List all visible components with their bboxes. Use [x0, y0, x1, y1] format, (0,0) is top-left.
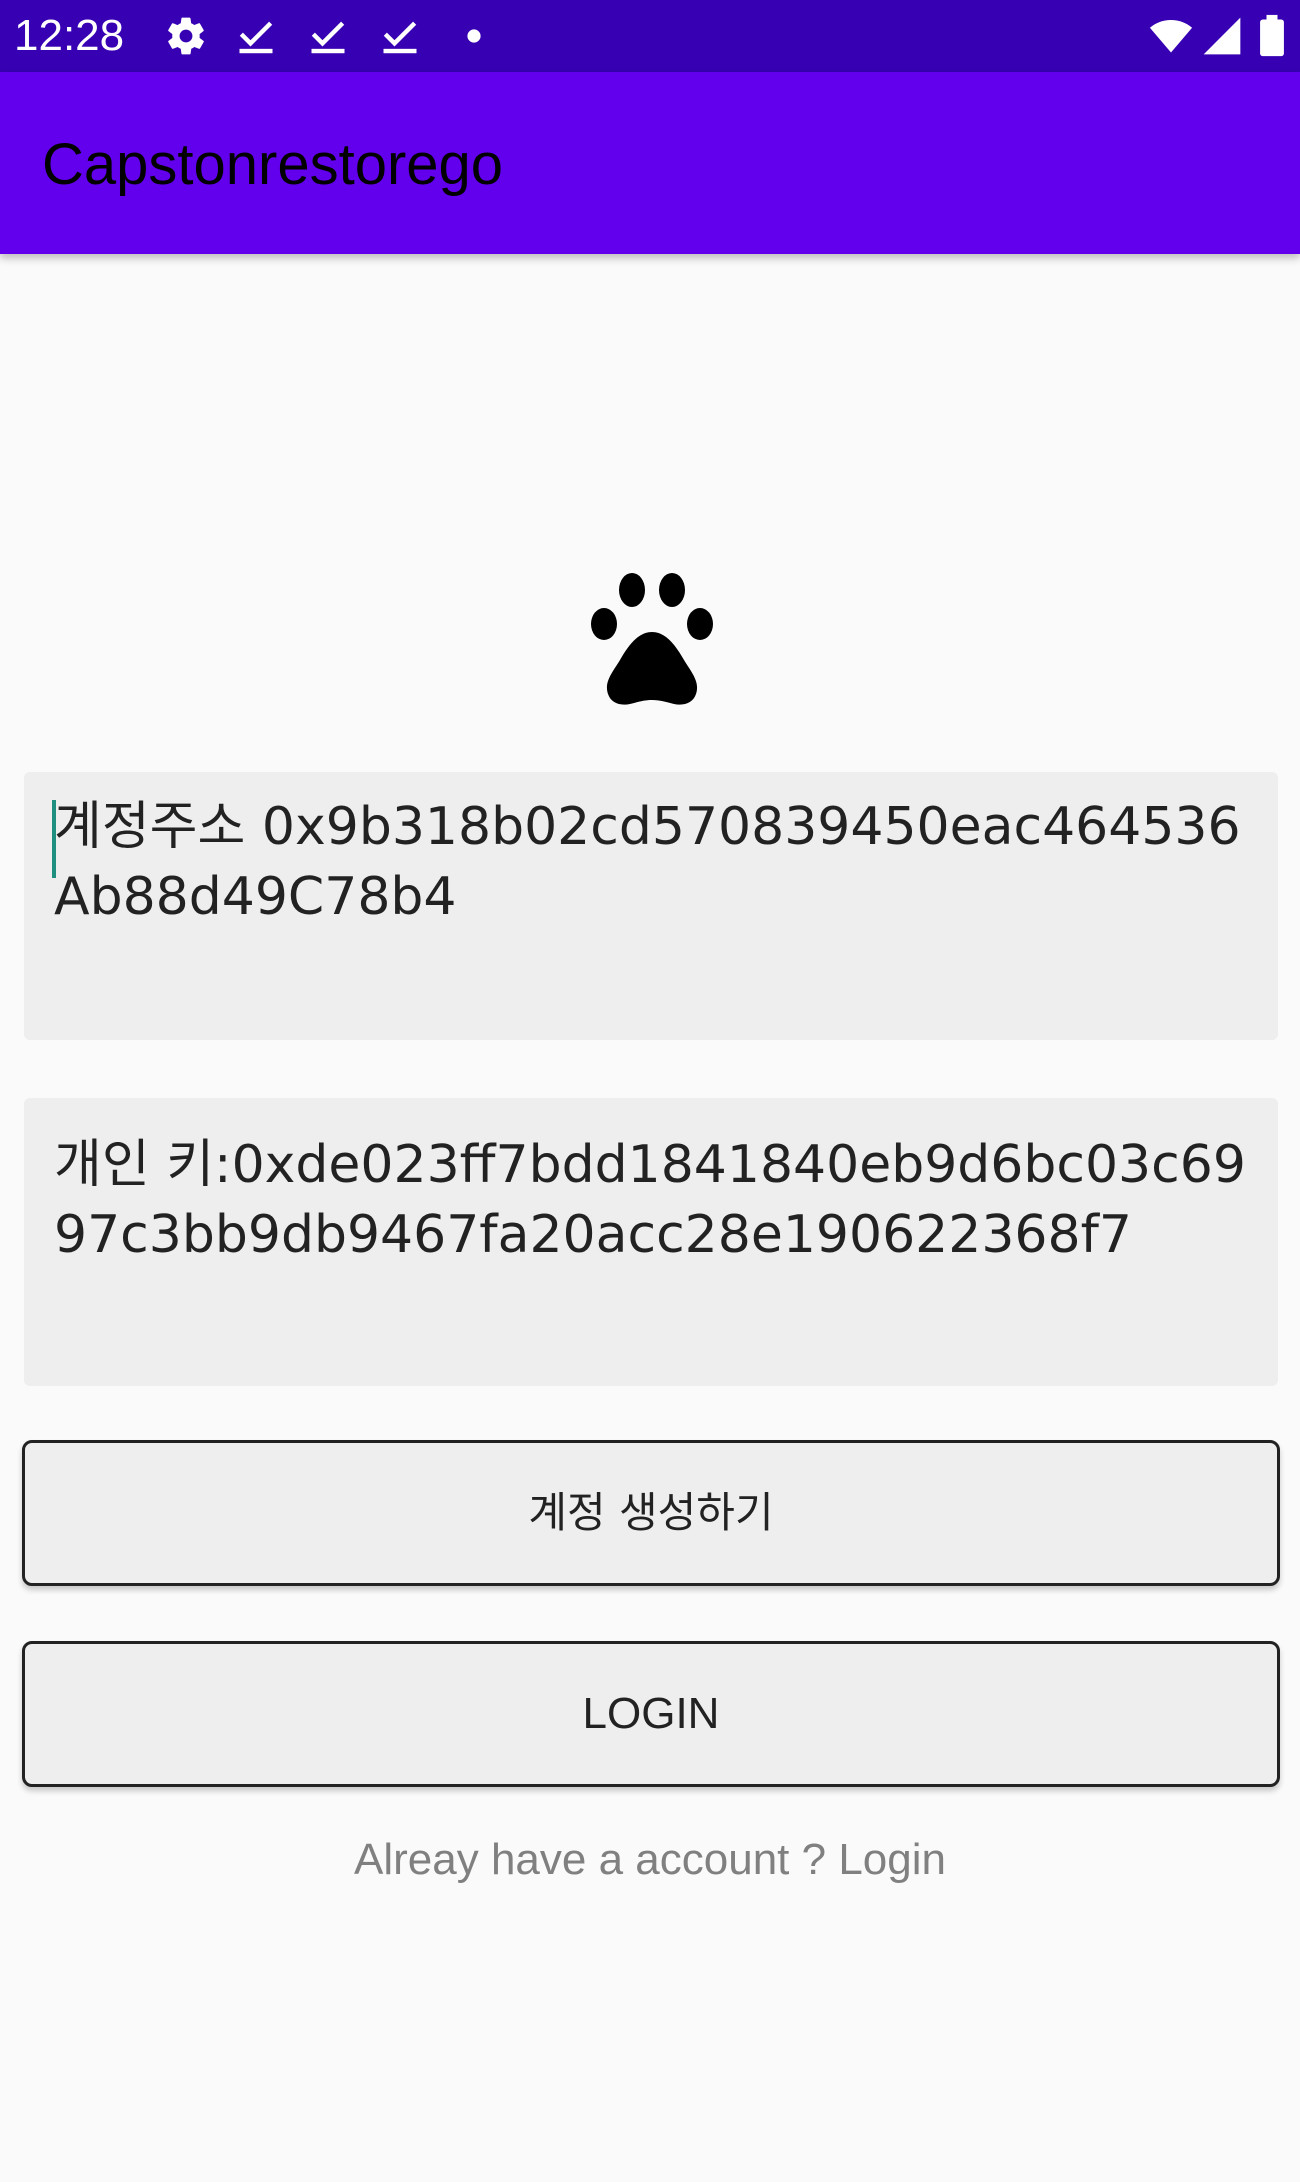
check-icon: [311, 21, 345, 54]
wifi-icon: [1149, 20, 1193, 53]
check-icon: [383, 21, 417, 54]
create-account-button[interactable]: 계정 생성하기: [22, 1440, 1280, 1586]
signal-icon: [1203, 17, 1241, 55]
gear-icon: [168, 17, 204, 55]
check-icon: [239, 21, 273, 54]
text-cursor: [52, 800, 56, 878]
login-button[interactable]: LOGIN: [22, 1641, 1280, 1787]
status-bar: 12:28: [0, 0, 1300, 72]
paw-icon: [591, 573, 713, 705]
status-time: 12:28: [14, 11, 125, 60]
app-title: Capstonrestorego: [42, 132, 504, 197]
login-link[interactable]: Alreay have a account ? Login: [0, 1830, 1300, 1890]
app-bar: Capstonrestorego: [0, 72, 1300, 254]
private-key-field[interactable]: 개인 키:0xde023ff7bdd1841840eb9d6bc03c6997c…: [24, 1098, 1278, 1386]
dot-icon: [467, 29, 481, 43]
battery-icon: [1260, 14, 1284, 57]
address-field[interactable]: 계정주소 0x9b318b02cd570839450eac464536Ab88d…: [24, 772, 1278, 1040]
